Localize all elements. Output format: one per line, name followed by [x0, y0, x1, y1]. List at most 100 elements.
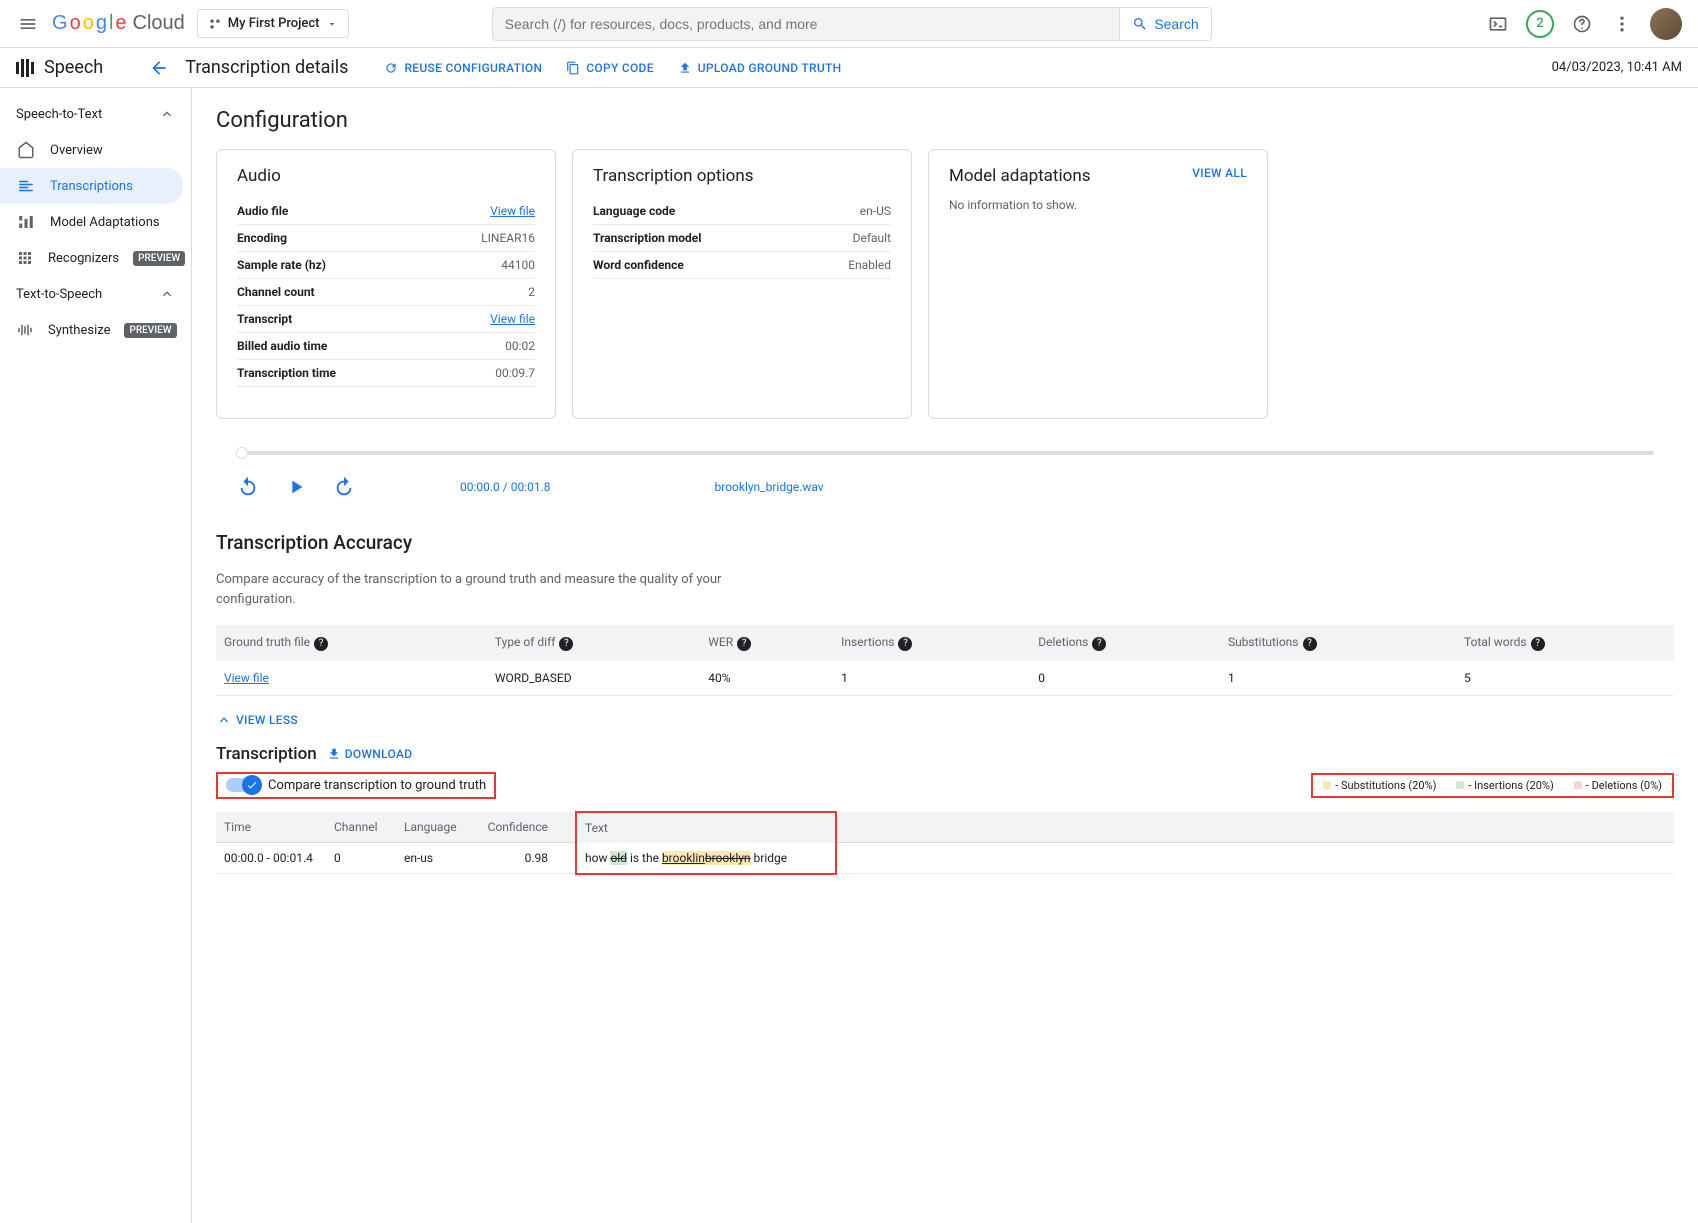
transcription-title: Transcription	[216, 744, 317, 764]
help-icon[interactable]	[1570, 12, 1594, 36]
help-icon[interactable]: ?	[1531, 637, 1545, 651]
audio-card: Audio Audio file View file Encoding LINEAR1…	[216, 149, 556, 419]
tts-section-header[interactable]: Text-to-Speech	[0, 276, 191, 312]
help-icon[interactable]: ?	[559, 637, 573, 651]
card-row-value: LINEAR16	[481, 231, 535, 245]
card-row-value: 00:02	[505, 339, 535, 353]
view-less-button[interactable]: VIEW LESS	[216, 712, 1674, 728]
card-row-label: Transcript	[237, 312, 292, 326]
forward-button[interactable]	[332, 475, 356, 499]
card-row-label: Word confidence	[593, 258, 684, 272]
sidebar: Speech-to-Text Overview Transcriptions M…	[0, 88, 192, 1223]
card-row: Transcript View file	[237, 306, 535, 333]
diff-insertion: old	[610, 851, 627, 865]
content: Configuration Audio Audio fileView fileE…	[192, 88, 1698, 1223]
cloud-shell-icon[interactable]	[1486, 12, 1510, 36]
help-icon[interactable]: ?	[737, 637, 751, 651]
page-title: Transcription details	[185, 57, 348, 78]
transcription-text-cell: how old is the brooklinbrooklyn bridge	[576, 843, 836, 874]
options-card: Transcription options Language code en-US…	[572, 149, 912, 419]
legend-del: - Deletions (0%)	[1574, 779, 1662, 792]
compare-toggle-highlight: Compare transcription to ground truth	[216, 772, 496, 799]
recognizers-icon	[16, 248, 34, 268]
options-card-title: Transcription options	[593, 166, 754, 186]
card-row-label: Audio file	[237, 204, 288, 218]
search-button[interactable]: Search	[1120, 7, 1211, 41]
transcriptions-icon	[16, 176, 36, 196]
speech-product-logo: Speech	[16, 57, 103, 78]
card-row: Audio file View file	[237, 198, 535, 225]
card-row: Channel count2	[237, 279, 535, 306]
audio-card-title: Audio	[237, 166, 281, 186]
no-info-text: No information to show.	[949, 198, 1247, 212]
acc-header-ins: Insertions?	[833, 625, 1030, 661]
card-row-value: Enabled	[848, 258, 891, 272]
view-file-link[interactable]: View file	[490, 312, 535, 326]
help-icon[interactable]: ?	[314, 637, 328, 651]
sidebar-item-overview[interactable]: Overview	[0, 132, 191, 168]
card-row-label: Billed audio time	[237, 339, 327, 353]
table-row: View file WORD_BASED 40% 1 0 1 5	[216, 661, 1674, 696]
card-row-label: Sample rate (hz)	[237, 258, 326, 272]
download-button[interactable]: DOWNLOAD	[327, 747, 413, 761]
sidebar-item-model-adaptations[interactable]: Model Adaptations	[0, 204, 191, 240]
adaptations-card-title: Model adaptations	[949, 166, 1090, 186]
card-row-value: Default	[853, 231, 891, 245]
card-row-label: Transcription time	[237, 366, 336, 380]
view-file-link[interactable]: View file	[490, 204, 535, 218]
timestamp: 04/03/2023, 10:41 AM	[1552, 60, 1682, 75]
avatar[interactable]	[1650, 8, 1682, 40]
help-icon[interactable]: ?	[1092, 637, 1106, 651]
google-cloud-logo[interactable]: Google Cloud	[52, 12, 185, 35]
preview-badge: PREVIEW	[124, 323, 176, 338]
preview-badge: PREVIEW	[133, 251, 185, 266]
acc-header-wer: WER?	[700, 625, 833, 661]
stt-section-header[interactable]: Speech-to-Text	[0, 96, 191, 132]
card-row-value: 00:09.7	[495, 366, 535, 380]
legend-sub: - Substitutions (20%)	[1323, 779, 1436, 792]
card-row: Transcription time 00:09.7	[237, 360, 535, 387]
free-trial-badge[interactable]: 2	[1526, 10, 1554, 38]
audio-player: 00:00.0 / 00:01.8 brooklyn_bridge.wav	[236, 451, 1654, 499]
player-track[interactable]	[236, 451, 1654, 455]
adaptations-card: Model adaptations VIEW ALL No informatio…	[928, 149, 1268, 419]
menu-icon[interactable]	[16, 12, 40, 36]
project-selector[interactable]: My First Project	[197, 9, 349, 38]
upload-ground-truth-button[interactable]: UPLOAD GROUND TRUTH	[678, 61, 842, 75]
search-input[interactable]	[492, 7, 1121, 41]
card-row: Word confidence Enabled	[593, 252, 891, 279]
accuracy-table: Ground truth file? Type of diff? WER? In…	[216, 625, 1674, 696]
product-name: Speech	[44, 57, 103, 78]
legend-ins: - Insertions (20%)	[1456, 779, 1553, 792]
view-all-button[interactable]: VIEW ALL	[1192, 166, 1247, 180]
compare-label: Compare transcription to ground truth	[268, 778, 486, 793]
legend-highlight: - Substitutions (20%) - Insertions (20%)…	[1311, 773, 1674, 798]
accuracy-title: Transcription Accuracy	[216, 531, 1674, 554]
accuracy-desc: Compare accuracy of the transcription to…	[216, 570, 736, 609]
help-icon[interactable]: ?	[898, 637, 912, 651]
compare-toggle[interactable]	[226, 778, 260, 792]
th-confidence: Confidence	[476, 812, 556, 843]
page-header: Speech Transcription details REUSE CONFI…	[0, 48, 1698, 88]
play-button[interactable]	[284, 475, 308, 499]
copy-code-button[interactable]: COPY CODE	[566, 61, 654, 75]
card-row-label: Transcription model	[593, 231, 701, 245]
card-row-value: 2	[528, 285, 535, 299]
table-row: 00:00.0 - 00:01.4 0 en-us 0.98 how old i…	[216, 843, 1674, 874]
help-icon[interactable]: ?	[1303, 637, 1317, 651]
more-icon[interactable]	[1610, 12, 1634, 36]
diff-substitution-old: brooklyn	[705, 851, 751, 865]
player-thumb[interactable]	[236, 447, 248, 459]
back-arrow-icon[interactable]	[149, 58, 169, 78]
card-row: Encoding LINEAR16	[237, 225, 535, 252]
rewind-button[interactable]	[236, 475, 260, 499]
card-row-label: Encoding	[237, 231, 287, 245]
view-file-link[interactable]: View file	[224, 671, 269, 685]
card-row-value: en-US	[860, 204, 891, 218]
sidebar-item-recognizers[interactable]: Recognizers PREVIEW	[0, 240, 191, 276]
reuse-configuration-button[interactable]: REUSE CONFIGURATION	[384, 61, 542, 75]
card-row-label: Language code	[593, 204, 675, 218]
sidebar-item-transcriptions[interactable]: Transcriptions	[0, 168, 183, 204]
sidebar-item-synthesize[interactable]: Synthesize PREVIEW	[0, 312, 191, 348]
acc-header-del: Deletions?	[1030, 625, 1220, 661]
